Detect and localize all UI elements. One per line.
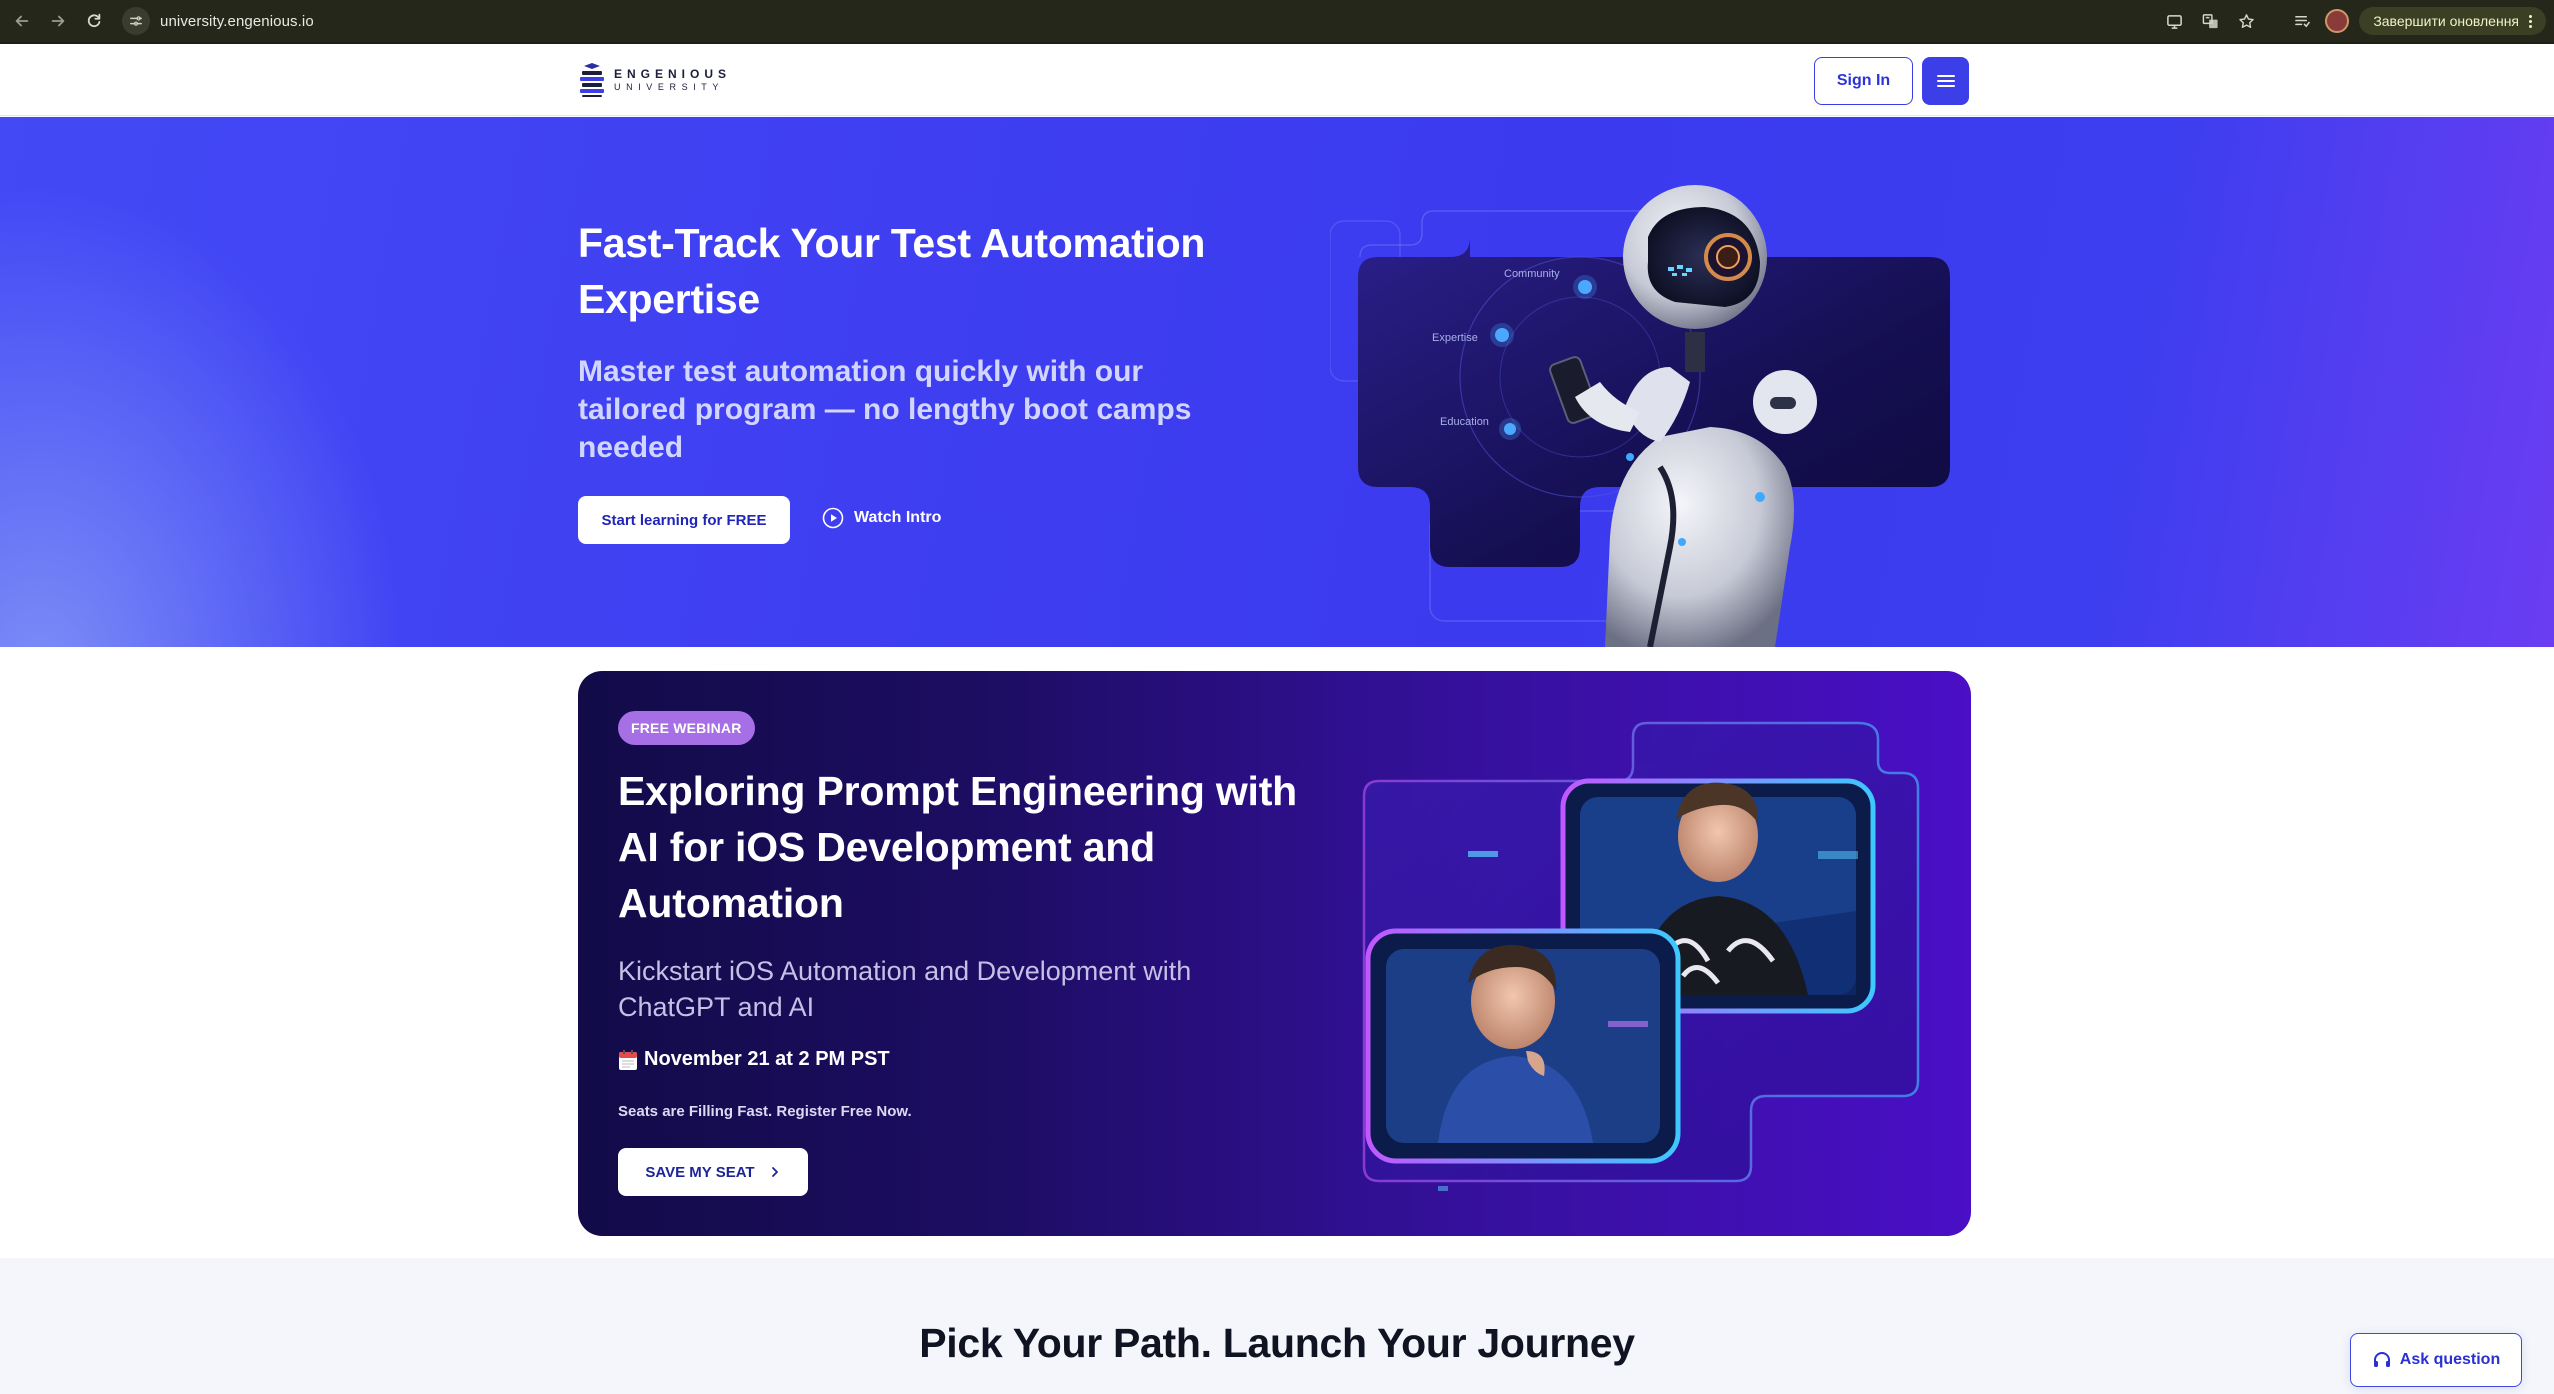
- chevron-right-icon: [771, 1167, 778, 1177]
- translate-icon[interactable]: [2197, 8, 2223, 34]
- webinar-note: Seats are Filling Fast. Register Free No…: [618, 1103, 912, 1120]
- update-label: Завершити оновлення: [2373, 13, 2519, 29]
- site-header: ENGENIOUS UNIVERSITY Sign In: [0, 44, 2554, 116]
- webinar-speakers-illustration: [1362, 721, 1920, 1191]
- update-browser-button[interactable]: Завершити оновлення: [2359, 7, 2546, 35]
- engenious-logo[interactable]: ENGENIOUS UNIVERSITY: [578, 62, 731, 98]
- webinar-subtitle: Kickstart iOS Automation and Development…: [618, 956, 1192, 1022]
- calendar-icon: [619, 1049, 637, 1070]
- logo-line-1: ENGENIOUS: [614, 67, 732, 81]
- reading-list-icon[interactable]: [2289, 8, 2315, 34]
- profile-avatar[interactable]: [2325, 9, 2350, 33]
- path-section-title: Pick Your Path. Launch Your Journey: [919, 1320, 1635, 1366]
- more-icon[interactable]: [2529, 14, 2532, 28]
- speaker-card-bottom: [1365, 928, 1681, 1164]
- free-webinar-badge: FREE WEBINAR: [618, 711, 755, 745]
- back-arrow-icon[interactable]: [8, 7, 36, 35]
- hero-title: Fast-Track Your Test Automation Expertis…: [578, 220, 1206, 322]
- forward-arrow-icon[interactable]: [44, 7, 72, 35]
- webinar-date: November 21 at 2 PM PST: [618, 1048, 890, 1071]
- ask-question-button[interactable]: Ask question: [2350, 1333, 2522, 1387]
- logo-mark-icon: [580, 63, 604, 97]
- headset-icon: [2373, 1352, 2390, 1367]
- watch-intro-link[interactable]: Watch Intro: [822, 507, 941, 529]
- art-label-community: Community: [1504, 268, 1560, 280]
- url-text[interactable]: university.engenious.io: [160, 13, 314, 30]
- ask-question-label: Ask question: [2399, 1351, 2501, 1368]
- bookmark-star-icon[interactable]: [2233, 8, 2259, 34]
- webinar-card: FREE WEBINAR Exploring Prompt Engineerin…: [578, 671, 1971, 1236]
- browser-toolbar: university.engenious.io Завершити оновле…: [0, 0, 2554, 44]
- start-learning-button[interactable]: Start learning for FREE: [578, 496, 790, 544]
- logo-line-2: UNIVERSITY: [614, 82, 725, 92]
- art-label-education: Education: [1440, 416, 1489, 428]
- site-info-icon[interactable]: [122, 7, 150, 35]
- robot-hero-illustration: Community Expertise Education: [1330, 185, 1950, 647]
- play-circle-icon: [822, 507, 844, 529]
- address-bar[interactable]: university.engenious.io: [122, 5, 314, 37]
- cast-icon[interactable]: [2161, 8, 2187, 34]
- path-section: Pick Your Path. Launch Your Journey: [0, 1258, 2554, 1394]
- hamburger-menu-icon: [1936, 75, 1955, 87]
- save-my-seat-button[interactable]: SAVE MY SEAT: [618, 1148, 808, 1196]
- hamburger-menu-button[interactable]: [1922, 57, 1969, 105]
- webinar-date-text: November 21 at 2 PM PST: [644, 1048, 890, 1070]
- reload-icon[interactable]: [80, 7, 108, 35]
- hero-section: Fast-Track Your Test Automation Expertis…: [0, 117, 2554, 647]
- art-label-expertise: Expertise: [1432, 332, 1478, 344]
- save-my-seat-label: SAVE MY SEAT: [645, 1163, 755, 1181]
- watch-intro-label: Watch Intro: [854, 509, 942, 526]
- webinar-title: Exploring Prompt Engineering with AI for…: [618, 768, 1298, 926]
- sign-in-button[interactable]: Sign In: [1814, 57, 1913, 105]
- hero-subtitle: Master test automation quickly with our …: [578, 355, 1192, 464]
